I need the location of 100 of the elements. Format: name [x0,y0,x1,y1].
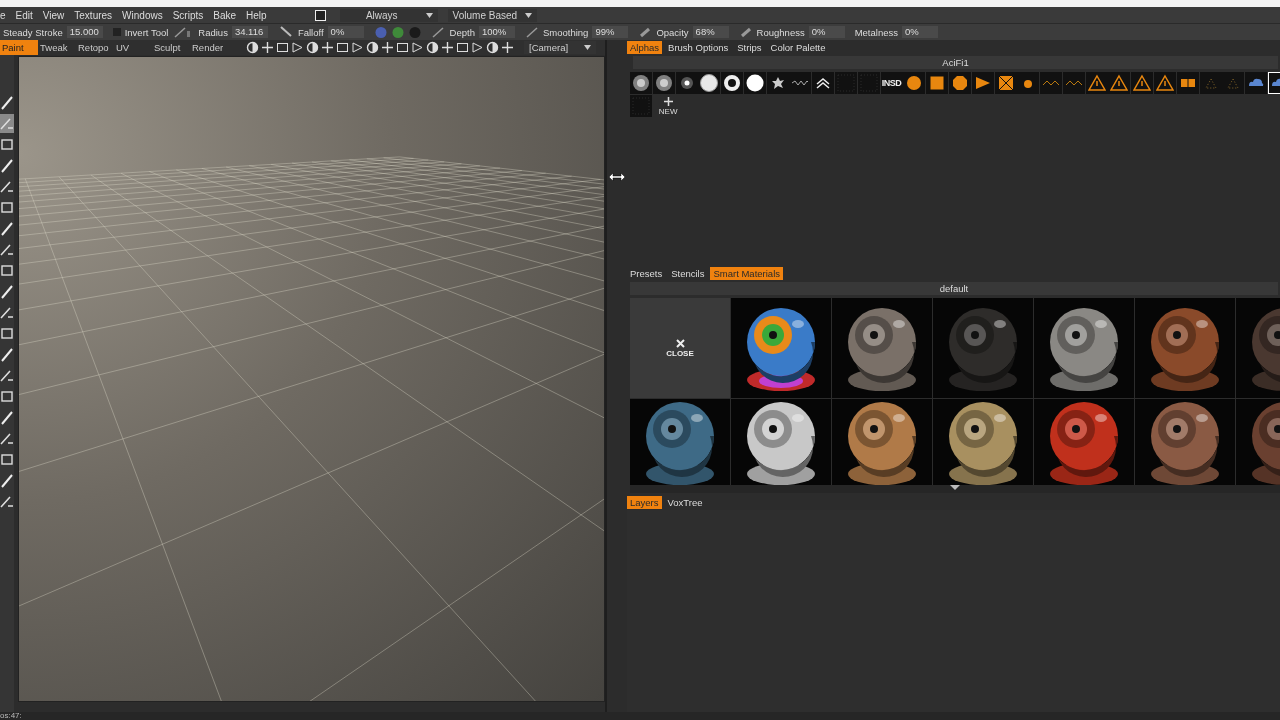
caret-icon [525,12,533,18]
alpha-thumbnail[interactable] [926,72,949,94]
alpha-thumbnail[interactable] [971,72,994,94]
caret-icon [584,45,592,50]
plus-icon [663,97,673,106]
close-button[interactable]: CLOSE [630,298,730,398]
library-tab[interactable]: Presets [627,267,666,280]
library-tab[interactable]: Smart Materials [710,267,783,280]
image-icon[interactable] [276,41,289,54]
close-icon [675,338,685,348]
option-label: Invert Tool [124,26,169,38]
library-tab[interactable]: Stencils [668,267,708,280]
square-alpha-icon [928,74,947,92]
scribble-alpha-icon [791,80,810,86]
value-field[interactable]: 34.116 [231,26,268,38]
option-label: Metalness [854,26,898,38]
alpha-thumbnail[interactable] [1245,72,1268,94]
alpha-thumbnail[interactable] [903,72,926,94]
warning-alpha-icon [1155,74,1174,92]
value-field[interactable]: 0% [902,26,938,38]
material-thumbnail[interactable] [933,298,1033,398]
camera-dropdown[interactable]: [Camera] [524,41,597,54]
soft-alpha-icon [632,74,650,92]
contrast-icon[interactable] [246,41,259,54]
room-tab[interactable]: Retopo [76,40,114,55]
alpha-thumbnail[interactable] [1199,72,1222,94]
alpha-thumbnail[interactable] [1017,72,1040,94]
alpha-thumbnail[interactable] [721,72,744,94]
material-thumbnail[interactable] [1034,298,1134,398]
material-thumbnail[interactable] [731,298,831,398]
menu-item[interactable]: Help [246,9,267,21]
new-alpha-button[interactable]: NEW [652,95,684,118]
triangle-alpha-icon [973,74,992,92]
menu-item[interactable]: View [42,9,65,21]
menu-item[interactable]: Windows [122,9,163,21]
value-field[interactable]: 0% [808,26,845,38]
menu-item[interactable]: Bake [213,9,237,21]
menu-item[interactable]: Textures [74,9,113,21]
circle-alpha-icon [905,74,924,92]
layers-tab[interactable]: Layers [627,496,662,509]
value-field[interactable]: 68% [692,26,729,38]
alpha-thumbnail[interactable] [630,72,652,94]
alpha-thumbnail[interactable] [1062,72,1085,94]
panel-tab[interactable]: Strips [734,41,765,54]
menu-item[interactable]: e [0,9,6,21]
soft-alpha-icon [654,74,673,92]
alpha-thumbnail[interactable] [630,95,652,117]
alpha-thumbnail[interactable] [789,72,812,94]
alpha-thumbnail[interactable]: INSD [880,72,903,94]
caret-icon [425,12,433,18]
alpha-thumbnail[interactable] [835,72,858,94]
alpha-thumbnail[interactable] [1040,72,1063,94]
alpha-thumbnail[interactable] [857,72,880,94]
alpha-thumbnail[interactable] [743,72,766,94]
folder-header[interactable]: default [630,282,1278,295]
alpha-thumbnail[interactable] [948,72,971,94]
room-tab[interactable]: Tweak [38,40,76,55]
layers-tab[interactable]: VoxTree [664,496,706,509]
alpha-thumbnail[interactable] [1131,72,1154,94]
material-thumbnail[interactable] [832,298,932,398]
dropdown[interactable]: Volume Based [447,8,538,22]
alpha-thumbnail[interactable] [812,72,835,94]
warning-alpha-icon [1133,74,1152,92]
option-label: Radius [198,26,228,38]
value-field[interactable]: 15.000 [66,26,103,38]
panel-tab[interactable]: Color Palette [767,41,829,54]
blank-alpha-icon [837,74,856,92]
room-tab[interactable]: Render [190,40,228,55]
option-label: Steady Stroke [3,26,63,38]
alpha-thumbnail[interactable] [698,72,721,94]
alpha-thumbnail[interactable] [1176,72,1199,94]
alpha-thumbnail[interactable] [1108,72,1131,94]
alpha-thumbnail[interactable] [652,72,675,94]
warning-alpha-icon [1087,74,1106,92]
option-label: Roughness [756,26,805,38]
fps-counter: os:47: [0,712,22,720]
alpha-thumbnail[interactable] [1153,72,1176,94]
panel-tab[interactable]: Brush Options [665,41,732,54]
alpha-thumbnail[interactable] [766,72,789,94]
checkbox[interactable] [314,9,326,21]
panel-tab[interactable]: Alphas [627,41,663,54]
value-field[interactable]: 100% [478,26,515,38]
value-field[interactable]: 0% [327,26,364,38]
dropdown[interactable]: Always [339,8,438,22]
material-thumbnail[interactable] [1135,298,1235,398]
alpha-thumbnail[interactable] [1222,72,1245,94]
crossbox-alpha-icon [996,74,1015,92]
menu-item[interactable]: Scripts [172,9,204,21]
room-tab[interactable]: UV [114,40,152,55]
alpha-thumbnail[interactable] [675,72,698,94]
alpha-thumbnail[interactable] [994,72,1017,94]
room-tab[interactable]: Sculpt [152,40,190,55]
checkbox[interactable] [112,28,121,36]
stripes-alpha-icon [1064,80,1083,86]
value-field[interactable]: 99% [592,26,629,38]
alpha-thumbnail[interactable] [1085,72,1108,94]
alpha-set-header[interactable]: AciFi1 [633,56,1278,69]
menu-item[interactable]: Edit [15,9,33,21]
option-label: Depth [449,26,475,38]
room-tab[interactable]: Paint [0,40,38,55]
